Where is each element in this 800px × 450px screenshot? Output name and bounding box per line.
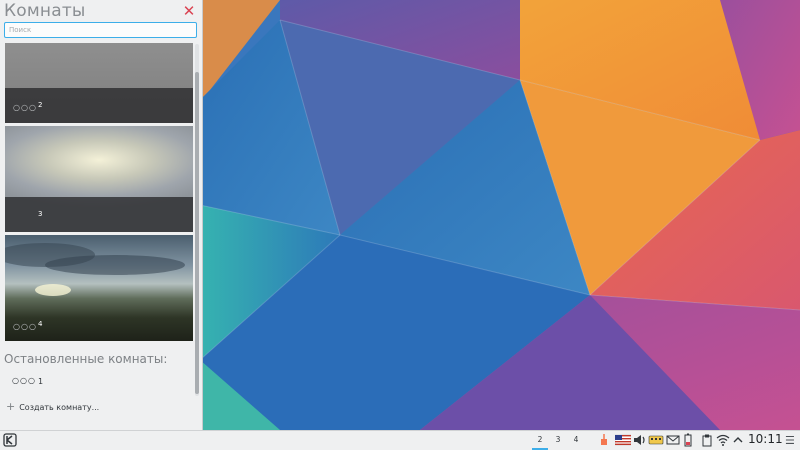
activity-card-band [5, 197, 193, 232]
activity-label: 3 [38, 210, 43, 218]
stopped-activity-item[interactable]: ○○○ 1 [8, 376, 188, 392]
activity-card[interactable]: ○○○ 4 [5, 235, 193, 341]
clock[interactable]: 10:11 [748, 432, 783, 446]
activity-card[interactable]: ○○○ 2 [5, 43, 193, 123]
mail-icon[interactable] [666, 433, 680, 447]
battery-icon[interactable] [683, 433, 693, 447]
pager-desktop[interactable]: 3 [551, 431, 565, 450]
pager-desktop[interactable]: 4 [569, 431, 583, 450]
expand-up-icon[interactable] [732, 433, 744, 447]
create-activity-label: Создать комнату... [19, 403, 100, 412]
us-flag-icon[interactable] [615, 433, 631, 447]
activity-label: 4 [38, 320, 43, 328]
stopped-activity-label: 1 [38, 377, 44, 386]
activity-running-dots: ○○○ [13, 322, 37, 331]
kde-logo-icon[interactable] [3, 433, 17, 447]
wifi-icon[interactable] [716, 433, 730, 447]
activity-dots: ○○○ [12, 376, 36, 385]
pager-desktop[interactable]: 2 [532, 431, 548, 450]
keyboard-layout-icon[interactable] [648, 433, 664, 447]
stopped-activities-heading: Остановленные комнаты: [4, 352, 168, 366]
volume-icon[interactable] [633, 433, 647, 447]
activities-panel: Комнаты ✕ ○○○ 2 3 ○○○ 4 Остановлен [0, 0, 203, 430]
desktop-screen: Комнаты ✕ ○○○ 2 3 ○○○ 4 Остановлен [0, 0, 800, 450]
panel-title: Комнаты [4, 1, 86, 21]
updates-icon[interactable] [598, 433, 610, 447]
clipboard-icon[interactable] [701, 433, 713, 447]
activity-card[interactable]: 3 [5, 126, 193, 232]
close-icon[interactable]: ✕ [182, 4, 196, 19]
taskbar: 2 3 4 10:11 ☰ [0, 430, 800, 450]
plus-icon: + [6, 400, 16, 413]
search-input[interactable] [4, 22, 197, 38]
activity-label: 2 [38, 101, 43, 109]
create-activity-button[interactable]: + Создать комнату... [6, 400, 99, 414]
scrollbar-thumb[interactable] [195, 72, 199, 394]
hamburger-menu-icon[interactable]: ☰ [785, 434, 795, 447]
activity-running-dots: ○○○ [13, 103, 37, 112]
